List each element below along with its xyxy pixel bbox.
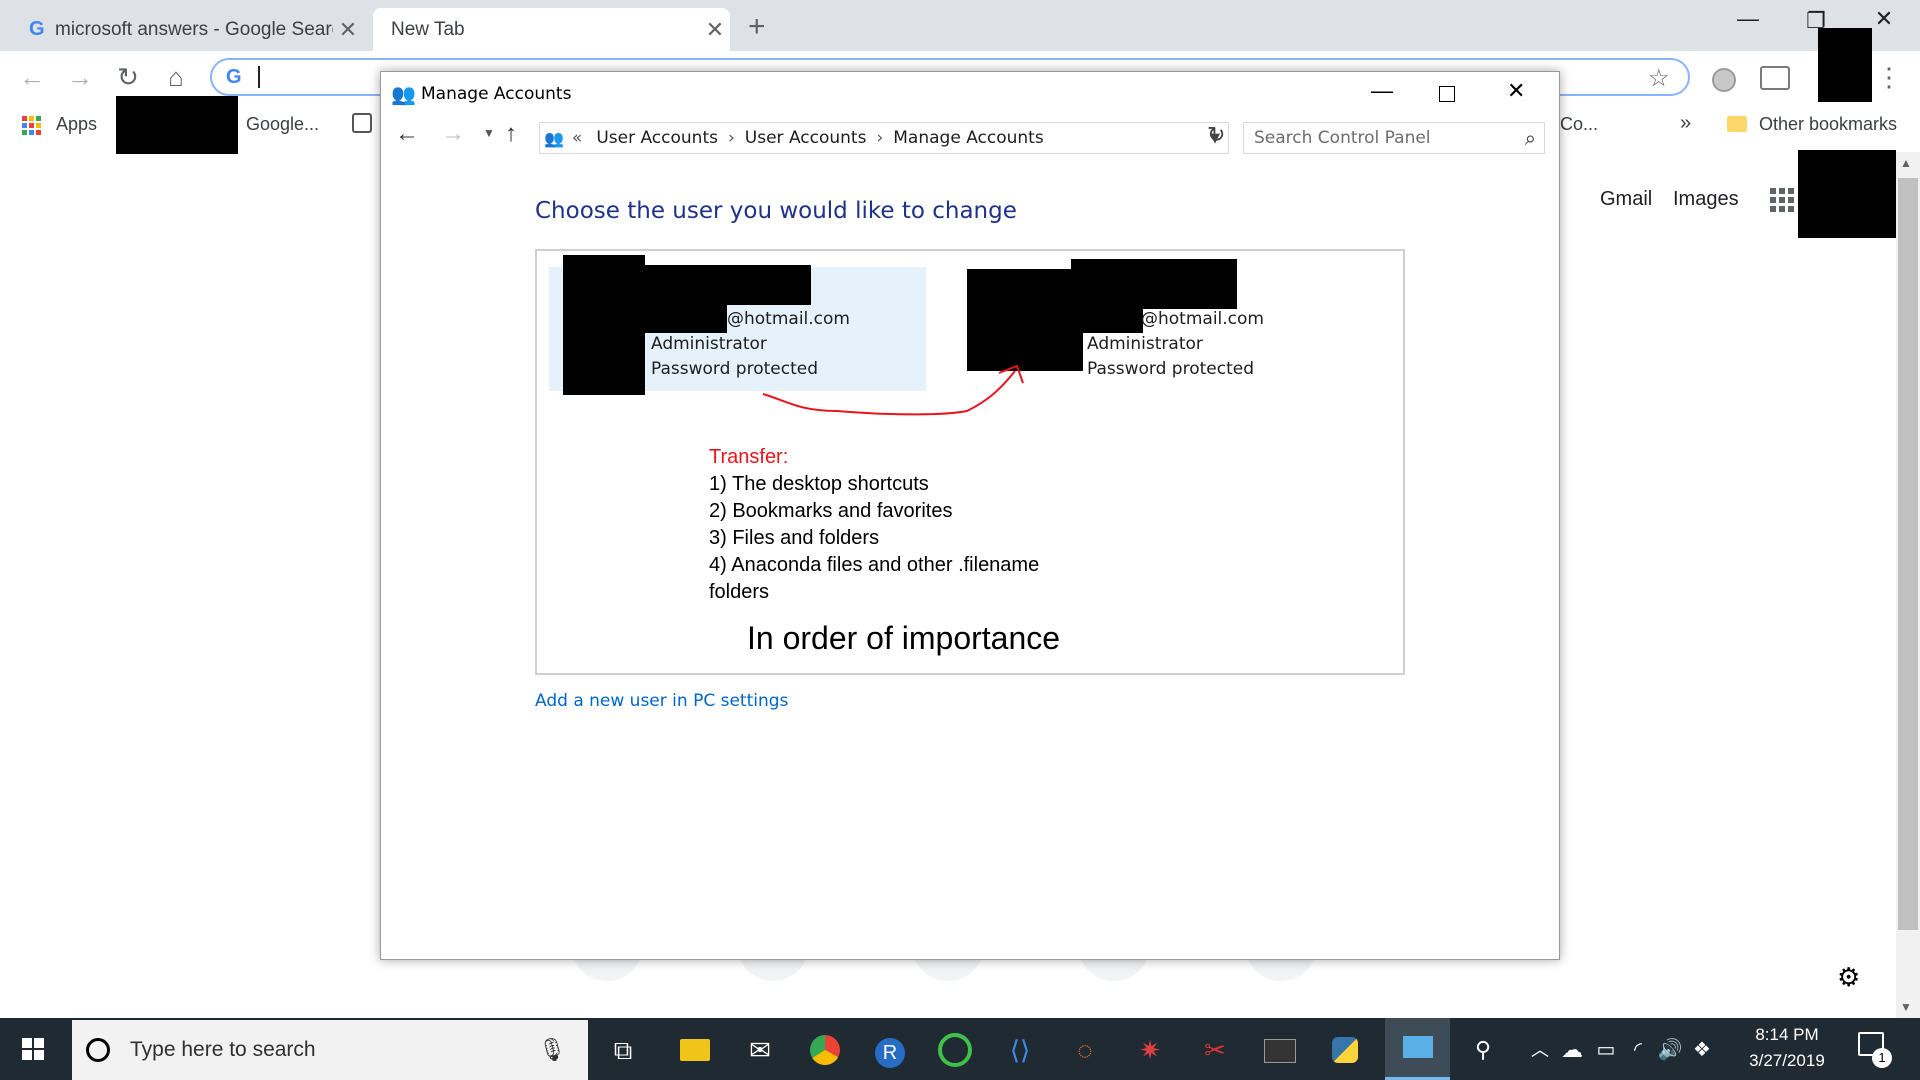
- breadcrumb-separator-icon: ›: [876, 128, 884, 148]
- spider-app-icon[interactable]: ✷: [1130, 1030, 1170, 1070]
- refresh-icon[interactable]: ↻: [1207, 122, 1225, 148]
- close-icon[interactable]: ✕: [1507, 78, 1525, 104]
- back-arrow-icon[interactable]: ←: [395, 120, 419, 148]
- python-icon[interactable]: [1325, 1030, 1365, 1070]
- microphone-icon[interactable]: 🎙: [538, 1037, 566, 1063]
- forward-arrow-icon[interactable]: →: [62, 62, 98, 93]
- user-accounts-icon: 👥: [391, 84, 416, 106]
- start-windows-icon[interactable]: [22, 1038, 44, 1060]
- cast-icon[interactable]: [1760, 66, 1790, 90]
- search-placeholder: Search Control Panel: [1254, 128, 1431, 148]
- terminal-icon[interactable]: [1260, 1030, 1300, 1070]
- bookmark-google[interactable]: Google...: [246, 114, 319, 135]
- other-bookmarks[interactable]: Other bookmarks: [1759, 114, 1897, 135]
- breadcrumb-manage-accounts[interactable]: Manage Accounts: [893, 128, 1043, 148]
- chrome-icon[interactable]: [805, 1030, 845, 1070]
- annotation-item-4: 4) Anaconda files and other .filename: [709, 554, 1040, 576]
- bookmark-co[interactable]: Co...: [1560, 114, 1598, 135]
- maximize-icon[interactable]: [1439, 86, 1455, 102]
- apps-grid-icon: [22, 116, 41, 135]
- bookmark-star-icon[interactable]: ☆: [1648, 64, 1670, 93]
- bookmark-apps[interactable]: Apps: [56, 114, 97, 135]
- annotation-title: Transfer:: [709, 446, 789, 468]
- tab-google-search[interactable]: G microsoft answers - Google Search ✕: [15, 8, 363, 51]
- google-g-icon: G: [226, 66, 242, 88]
- taskbar-search-placeholder: Type here to search: [130, 1038, 316, 1061]
- forward-arrow-icon[interactable]: →: [441, 120, 465, 148]
- back-arrow-icon[interactable]: ←: [14, 62, 50, 93]
- recent-locations-icon[interactable]: ▼: [483, 126, 495, 140]
- images-link[interactable]: Images: [1673, 188, 1739, 211]
- breadcrumb-user-accounts-2[interactable]: User Accounts: [745, 128, 867, 148]
- vscode-icon[interactable]: ⟨⟩: [1000, 1030, 1040, 1070]
- redacted-bookmark: [116, 96, 238, 154]
- annotation-item-2: 2) Bookmarks and favorites: [709, 500, 953, 522]
- new-tab-plus-icon[interactable]: +: [748, 10, 766, 44]
- close-tab-icon[interactable]: ✕: [700, 17, 730, 43]
- annotation-item-4-cont: folders: [709, 581, 770, 603]
- text-cursor: [258, 66, 260, 88]
- search-control-panel-input[interactable]: Search Control Panel ⌕: [1243, 122, 1545, 154]
- search-icon[interactable]: ⌕: [1525, 126, 1536, 150]
- address-toolbar: ← → ▼ ↑ 👥 « User Accounts › User Account…: [381, 116, 1559, 162]
- annotation-footer: In order of importance: [747, 620, 1061, 656]
- scrollbar-thumb[interactable]: [1898, 178, 1918, 930]
- snipping-tool-icon[interactable]: ✂: [1195, 1030, 1235, 1070]
- home-icon[interactable]: ⌂: [158, 62, 194, 93]
- bookmarks-overflow-icon[interactable]: »: [1680, 112, 1691, 135]
- close-tab-icon[interactable]: ✕: [333, 17, 363, 43]
- mail-icon[interactable]: ✉: [740, 1030, 780, 1070]
- tab-label: New Tab: [391, 18, 465, 40]
- page-heading: Choose the user you would like to change: [535, 198, 1017, 224]
- circle-app-icon[interactable]: [935, 1030, 975, 1070]
- window-title-bar[interactable]: 👥 Manage Accounts — ✕: [381, 72, 1559, 116]
- system-clock[interactable]: 8:14 PM 3/27/2019: [1720, 1022, 1854, 1074]
- transfer-arrow: [762, 364, 1024, 416]
- breadcrumb-user-accounts[interactable]: User Accounts: [596, 128, 718, 148]
- annotation-item-3: 3) Files and folders: [709, 527, 880, 549]
- profile-avatar[interactable]: [1818, 28, 1872, 102]
- folder-icon: [1727, 116, 1747, 132]
- extension-icon[interactable]: [1712, 68, 1736, 92]
- breadcrumb-separator-icon: ›: [727, 128, 735, 148]
- r-icon[interactable]: R: [870, 1030, 910, 1070]
- scroll-down-icon[interactable]: ▼: [1900, 1000, 1912, 1014]
- google-account-avatar[interactable]: [1798, 150, 1896, 238]
- manage-accounts-window: 👥 Manage Accounts — ✕ ← → ▼ ↑ 👥 « User A…: [380, 71, 1560, 960]
- annotation-item-1: 1) The desktop shortcuts: [709, 473, 929, 495]
- control-panel-icon: [1402, 1036, 1433, 1058]
- people-icon[interactable]: ⚲: [1463, 1030, 1503, 1070]
- notification-badge: 1: [1872, 1048, 1892, 1068]
- taskbar-search-box[interactable]: Type here to search 🎙: [72, 1020, 588, 1080]
- minimize-icon[interactable]: —: [1371, 78, 1393, 104]
- chrome-menu-icon[interactable]: ⋮: [1876, 62, 1902, 93]
- bookmark-favicon-icon[interactable]: [352, 113, 372, 133]
- minimize-icon[interactable]: —: [1728, 6, 1768, 32]
- user-accounts-icon: 👥: [544, 128, 564, 148]
- task-view-icon[interactable]: ⧉: [603, 1030, 643, 1070]
- google-g-icon: G: [29, 18, 45, 40]
- add-new-user-link[interactable]: Add a new user in PC settings: [535, 691, 788, 711]
- clock-date: 3/27/2019: [1749, 1051, 1825, 1070]
- up-arrow-icon[interactable]: ↑: [505, 120, 517, 148]
- reload-icon[interactable]: ↻: [110, 62, 146, 93]
- tab-label: microsoft answers - Google Search: [55, 18, 333, 40]
- accounts-panel: @hotmail.com Administrator Password prot…: [535, 249, 1405, 675]
- breadcrumb-prefix[interactable]: «: [572, 128, 582, 148]
- customize-gear-icon[interactable]: ⚙: [1837, 962, 1860, 993]
- file-explorer-icon[interactable]: [675, 1030, 715, 1070]
- cortana-icon[interactable]: [86, 1038, 110, 1062]
- dropbox-icon[interactable]: ❖: [1682, 1030, 1722, 1070]
- breadcrumb[interactable]: 👥 « User Accounts › User Accounts › Mana…: [539, 122, 1229, 154]
- gmail-link[interactable]: Gmail: [1600, 188, 1652, 211]
- clock-time: 8:14 PM: [1755, 1025, 1819, 1044]
- control-panel-task-button[interactable]: [1385, 1018, 1450, 1080]
- tab-new-tab[interactable]: New Tab ✕: [373, 8, 730, 51]
- google-apps-icon[interactable]: [1770, 188, 1794, 212]
- window-title: Manage Accounts: [421, 84, 572, 104]
- jupyter-icon[interactable]: ◌: [1065, 1030, 1105, 1070]
- scroll-up-icon[interactable]: ▲: [1900, 156, 1912, 170]
